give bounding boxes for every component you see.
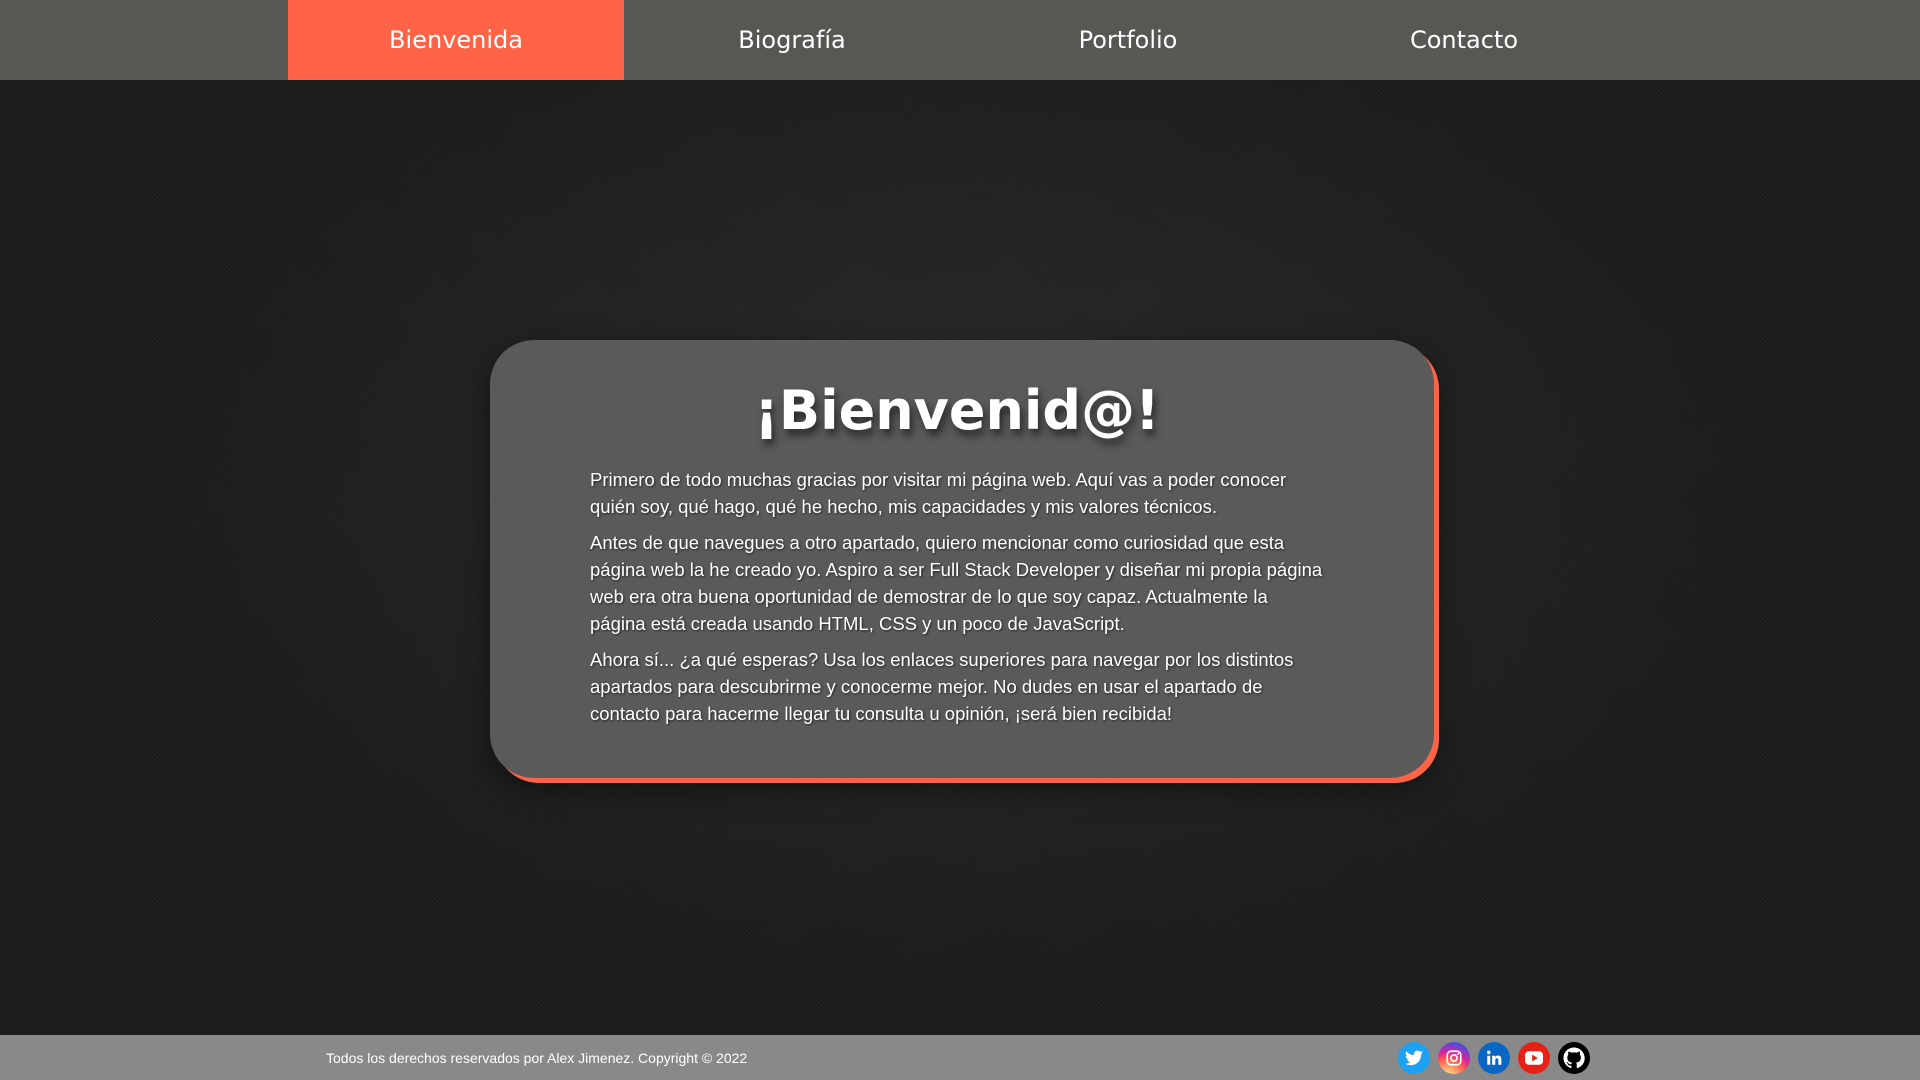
footer: Todos los derechos reservados por Alex J… [0, 1035, 1920, 1080]
welcome-paragraph-2: Antes de que navegues a otro apartado, q… [590, 532, 1323, 635]
twitter-icon[interactable] [1398, 1042, 1430, 1074]
nav-item-portfolio[interactable]: Portfolio [960, 0, 1296, 80]
instagram-icon[interactable] [1438, 1042, 1470, 1074]
nav-item-contacto[interactable]: Contacto [1296, 0, 1632, 80]
welcome-title: ¡Bienvenid@! [754, 379, 1160, 442]
nav-item-biografia[interactable]: Biografía [624, 0, 960, 80]
copyright-text: Todos los derechos reservados por Alex J… [326, 1049, 748, 1066]
youtube-icon[interactable] [1518, 1042, 1550, 1074]
top-navbar: Bienvenida Biografía Portfolio Contacto [0, 0, 1920, 80]
github-icon[interactable] [1558, 1042, 1590, 1074]
welcome-paragraph-1: Primero de todo muchas gracias por visit… [590, 469, 1287, 518]
welcome-paragraph-3: Ahora sí... ¿a qué esperas? Usa los enla… [590, 649, 1294, 725]
linkedin-icon[interactable] [1478, 1042, 1510, 1074]
nav-item-bienvenida[interactable]: Bienvenida [288, 0, 624, 80]
welcome-card: ¡Bienvenid@! Primero de todo muchas grac… [490, 340, 1434, 778]
social-links [1398, 1042, 1590, 1074]
